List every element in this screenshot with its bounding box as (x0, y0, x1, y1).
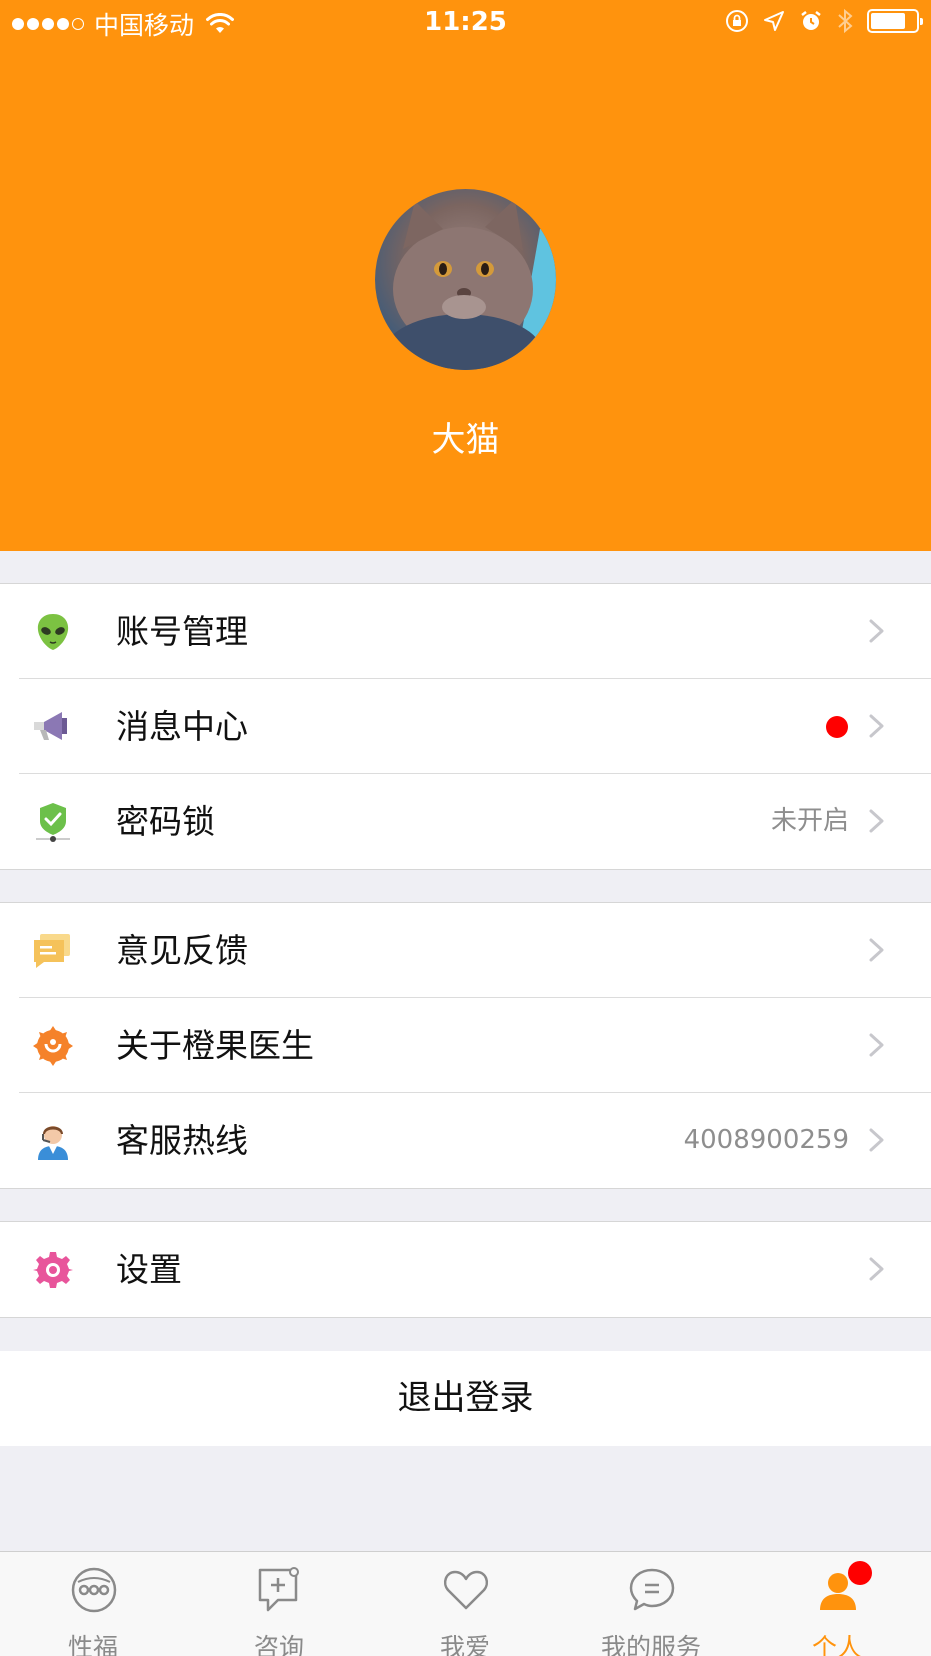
chevron-right-icon (869, 1033, 884, 1057)
tab-badge (848, 1561, 872, 1585)
menu-row-customer-service[interactable]: 客服热线 4008900259 (0, 1093, 931, 1188)
menu-label: 密码锁 (116, 802, 215, 841)
chevron-right-icon (869, 714, 884, 738)
menu-row-password-lock[interactable]: 密码锁 未开启 (0, 774, 931, 869)
menu-label: 消息中心 (116, 707, 248, 746)
section-divider (0, 1317, 931, 1318)
chat-bubble-icon (629, 1568, 675, 1611)
tab-xingfu[interactable]: 性福 (0, 1552, 186, 1656)
rotation-lock-icon (726, 10, 748, 32)
section-divider (0, 869, 931, 870)
menu-section-settings: 设置 (0, 1222, 931, 1317)
alien-icon (37, 614, 69, 650)
face-icon (71, 1567, 117, 1613)
menu-section-about: 意见反馈 关于橙果医生 客服热线 4008900259 (0, 903, 931, 1188)
chevron-right-icon (869, 1128, 884, 1152)
section-divider (0, 1188, 931, 1189)
tab-consult[interactable]: 咨询 (186, 1552, 372, 1656)
battery-icon (867, 9, 923, 33)
tab-personal[interactable]: 个人 (744, 1552, 930, 1656)
menu-row-message-center[interactable]: 消息中心 (0, 679, 931, 774)
menu-row-account-management[interactable]: 账号管理 (0, 584, 931, 679)
password-lock-status: 未开启 (770, 806, 849, 836)
cat-avatar-image (383, 199, 556, 370)
unread-badge (826, 715, 848, 738)
menu-label: 账号管理 (116, 612, 248, 651)
profile-header: 中国移动 11:25 大猫 (0, 0, 931, 551)
gear-icon (33, 1252, 73, 1288)
menu-section-account: 账号管理 消息中心 密码锁 未开启 (0, 584, 931, 869)
status-right (725, 8, 923, 34)
avatar[interactable] (375, 189, 556, 370)
heart-icon (443, 1570, 489, 1610)
chevron-right-icon (869, 1257, 884, 1281)
tab-label: 个人 (811, 1633, 862, 1656)
hotline-number: 4008900259 (683, 1125, 849, 1155)
feedback-icon (34, 934, 70, 968)
menu-label: 意见反馈 (116, 931, 248, 970)
menu-row-about[interactable]: 关于橙果医生 (0, 998, 931, 1093)
customer-service-icon (38, 1126, 68, 1160)
alarm-icon (801, 11, 821, 30)
logout-button[interactable]: 退出登录 (0, 1351, 931, 1446)
bluetooth-icon (838, 8, 853, 34)
tab-bar: 性福 咨询 我爱 我的服务 个人 (0, 1551, 931, 1656)
tab-label: 我爱 (439, 1633, 490, 1656)
chevron-right-icon (869, 809, 884, 833)
tab-label: 我的服务 (600, 1633, 701, 1656)
megaphone-icon (34, 712, 67, 740)
username: 大猫 (431, 420, 500, 460)
tab-my-service[interactable]: 我的服务 (558, 1552, 744, 1656)
tab-label: 咨询 (253, 1633, 304, 1656)
menu-row-settings[interactable]: 设置 (0, 1222, 931, 1317)
consult-icon (258, 1567, 299, 1612)
menu-label: 客服热线 (116, 1121, 248, 1160)
shield-lock-icon (36, 803, 70, 842)
tab-label: 性福 (67, 1633, 118, 1656)
menu-label: 设置 (116, 1250, 182, 1289)
tab-woai[interactable]: 我爱 (372, 1552, 558, 1656)
menu-label: 关于橙果医生 (116, 1026, 314, 1065)
location-icon (764, 11, 784, 31)
chevron-right-icon (869, 619, 884, 643)
orange-logo-icon (33, 1026, 73, 1066)
chevron-right-icon (869, 938, 884, 962)
status-bar: 中国移动 11:25 (0, 0, 931, 44)
menu-row-feedback[interactable]: 意见反馈 (0, 903, 931, 998)
